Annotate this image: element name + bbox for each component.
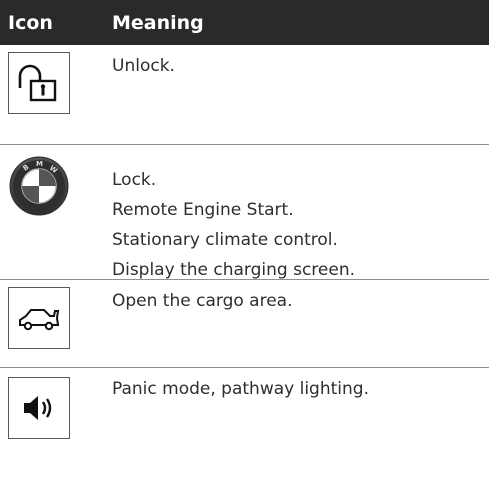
- meaning-line: Stationary climate control.: [112, 230, 338, 250]
- icon-cell: [8, 377, 70, 439]
- table-header: Icon Meaning: [0, 0, 489, 45]
- meaning-line: Remote Engine Start.: [112, 200, 294, 220]
- table-row: Panic mode, pathway lighting.: [0, 368, 489, 480]
- header-meaning-label: Meaning: [112, 12, 204, 34]
- svg-text:M: M: [36, 160, 43, 168]
- icon-cell: [8, 52, 70, 114]
- icon-cell: [8, 287, 70, 349]
- table-row: Open the cargo area.: [0, 280, 489, 368]
- speaker-icon: [8, 377, 70, 439]
- meaning-cell: Panic mode, pathway lighting.: [112, 374, 481, 404]
- bmw-logo-icon: B M W: [8, 155, 70, 217]
- meaning-cell: Open the cargo area.: [112, 286, 481, 316]
- table-row: B M W Lock. Remote Engine Start. Station…: [0, 145, 489, 280]
- key-functions-table: Icon Meaning Unlock. B M W Lock. Remote …: [0, 0, 489, 480]
- meaning-cell: Unlock.: [112, 51, 481, 81]
- car-trunk-icon: [8, 287, 70, 349]
- unlock-icon: [8, 52, 70, 114]
- meaning-line: Open the cargo area.: [112, 291, 293, 311]
- meaning-line: Unlock.: [112, 56, 175, 76]
- meaning-line: Panic mode, pathway lighting.: [112, 379, 369, 399]
- meaning-line: Lock.: [112, 170, 157, 190]
- icon-cell: B M W: [8, 155, 70, 217]
- table-row: Unlock.: [0, 45, 489, 145]
- meaning-cell: Lock. Remote Engine Start. Stationary cl…: [112, 165, 481, 285]
- header-icon-label: Icon: [8, 12, 53, 34]
